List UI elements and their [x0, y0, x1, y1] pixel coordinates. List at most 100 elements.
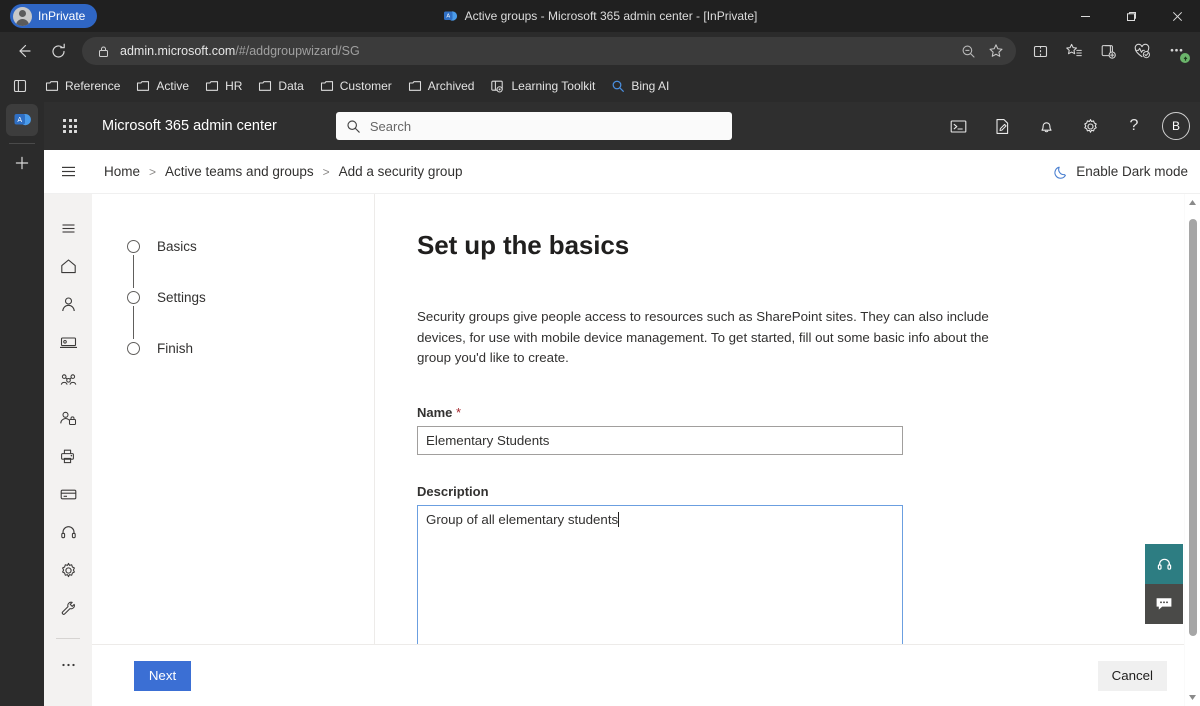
step-circle-icon: [127, 239, 140, 253]
billing-icon[interactable]: [51, 480, 85, 508]
bookmark-label: Data: [278, 79, 304, 93]
dark-mode-label: Enable Dark mode: [1076, 164, 1188, 179]
inprivate-label: InPrivate: [38, 9, 86, 23]
scroll-down-arrow[interactable]: [1185, 689, 1200, 706]
back-arrow-icon[interactable]: [8, 36, 40, 66]
floating-action-stack: [1145, 544, 1183, 624]
description-field-group: Description Group of all elementary stud…: [417, 484, 1200, 644]
rail-divider: [56, 638, 80, 639]
zoom-out-icon[interactable]: [954, 39, 982, 63]
cancel-button[interactable]: Cancel: [1097, 660, 1167, 691]
description-field-label: Description: [417, 483, 489, 499]
hamburger-icon[interactable]: [51, 214, 85, 242]
folder-icon: [408, 79, 422, 93]
console-icon[interactable]: [938, 106, 978, 146]
folder-icon: [205, 79, 219, 93]
description-textarea[interactable]: Group of all elementary students: [417, 504, 903, 644]
minimize-icon[interactable]: [1062, 0, 1108, 32]
user-icon[interactable]: [51, 290, 85, 318]
plus-icon[interactable]: [6, 148, 38, 178]
tab-separator: [9, 143, 35, 144]
folder-icon: [320, 79, 334, 93]
bookmark-label: Bing AI: [631, 79, 670, 93]
setup-wrench-icon[interactable]: [51, 594, 85, 622]
search-input[interactable]: [369, 118, 732, 134]
home-icon[interactable]: [51, 252, 85, 280]
wizard-step-basics[interactable]: Basics: [127, 237, 374, 255]
breadcrumb-bar: Home > Active teams and groups > Add a s…: [44, 150, 1200, 194]
dark-mode-toggle[interactable]: Enable Dark mode: [1053, 164, 1188, 180]
moon-icon: [1053, 164, 1069, 180]
breadcrumb: Home > Active teams and groups > Add a s…: [104, 164, 462, 179]
bookmark-label: Archived: [427, 79, 475, 93]
split-screen-icon[interactable]: [1024, 36, 1056, 66]
page-title: Microsoft 365 admin center: [102, 118, 277, 134]
scrollbar-thumb[interactable]: [1188, 219, 1197, 636]
breadcrumb-item-add-a-security-group: Add a security group: [338, 164, 463, 179]
wizard-step-settings[interactable]: Settings: [127, 288, 374, 306]
wizard-footer: Next Cancel: [92, 644, 1200, 706]
avatar[interactable]: B: [1162, 112, 1190, 140]
collections-icon[interactable]: [1092, 36, 1124, 66]
bookmarks-panel-icon[interactable]: [4, 71, 36, 101]
required-marker: *: [456, 404, 462, 420]
bookmark-learning-toolkit[interactable]: Learning Toolkit: [483, 76, 602, 97]
wizard-step-label: Finish: [157, 340, 194, 356]
step-connector: [133, 255, 134, 288]
feedback-chat-icon[interactable]: [1145, 584, 1183, 624]
printer-icon[interactable]: [51, 442, 85, 470]
support-headset-icon[interactable]: [1145, 544, 1183, 584]
url-text: admin.microsoft.com/#/addgroupwizard/SG: [112, 44, 954, 58]
restore-icon[interactable]: [1108, 0, 1154, 32]
hamburger-icon[interactable]: [44, 150, 92, 194]
browser-essentials-icon[interactable]: [1126, 36, 1158, 66]
star-icon[interactable]: [982, 39, 1010, 63]
settings-gear-icon[interactable]: [51, 556, 85, 584]
wizard-pane: Set up the basics Security groups give p…: [375, 194, 1200, 644]
bookmark-archived[interactable]: Archived: [401, 76, 482, 96]
search-box[interactable]: [335, 112, 732, 140]
bookmark-hr[interactable]: HR: [198, 76, 249, 96]
scrollbar-track[interactable]: [1185, 211, 1200, 689]
ellipsis-icon[interactable]: [1160, 36, 1192, 66]
tab-active-groups[interactable]: A: [6, 104, 38, 136]
lock-icon: [94, 45, 112, 58]
breadcrumb-item-active-teams-and-groups[interactable]: Active teams and groups: [165, 164, 314, 179]
wizard-step-label: Settings: [157, 289, 206, 305]
help-icon[interactable]: ?: [1114, 106, 1154, 146]
page-viewport: Microsoft 365 admin center Search ? B Ho…: [44, 102, 1200, 706]
inprivate-indicator[interactable]: InPrivate: [10, 4, 98, 28]
description-text: Group of all elementary students: [426, 511, 619, 527]
suite-header-actions: ? B: [938, 106, 1200, 146]
scroll-up-arrow[interactable]: [1185, 194, 1200, 211]
address-bar[interactable]: admin.microsoft.com/#/addgroupwizard/SG: [82, 37, 1016, 65]
bookmark-customer[interactable]: Customer: [313, 76, 399, 96]
bookmark-bing-ai[interactable]: Bing AI: [604, 76, 676, 96]
bookmark-data[interactable]: Data: [251, 76, 310, 96]
name-label-text: Name: [417, 404, 453, 420]
support-icon[interactable]: [51, 518, 85, 546]
next-button[interactable]: Next: [134, 660, 191, 691]
name-input[interactable]: [417, 425, 903, 455]
close-icon[interactable]: [1154, 0, 1200, 32]
teams-icon[interactable]: [51, 366, 85, 394]
roles-icon[interactable]: [51, 404, 85, 432]
device-icon[interactable]: [51, 328, 85, 356]
favorites-list-icon[interactable]: [1058, 36, 1090, 66]
bell-icon[interactable]: [1026, 106, 1066, 146]
bookmark-active[interactable]: Active: [129, 76, 196, 96]
refresh-icon[interactable]: [42, 36, 74, 66]
bookmark-reference[interactable]: Reference: [38, 76, 127, 96]
bookmark-label: HR: [225, 79, 243, 93]
page-scrollbar[interactable]: [1184, 194, 1200, 706]
search-icon: [346, 119, 361, 134]
gear-icon[interactable]: [1070, 106, 1110, 146]
whats-new-icon[interactable]: [982, 106, 1022, 146]
app-launcher-icon[interactable]: [50, 106, 90, 146]
wizard-step-finish[interactable]: Finish: [127, 339, 374, 357]
browser-navbar: admin.microsoft.com/#/addgroupwizard/SG: [0, 32, 1200, 70]
bookmark-label: Learning Toolkit: [511, 79, 596, 93]
more-ellipsis-icon[interactable]: [51, 651, 85, 679]
breadcrumb-item-home[interactable]: Home: [104, 164, 140, 179]
breadcrumb-separator: >: [322, 164, 330, 179]
